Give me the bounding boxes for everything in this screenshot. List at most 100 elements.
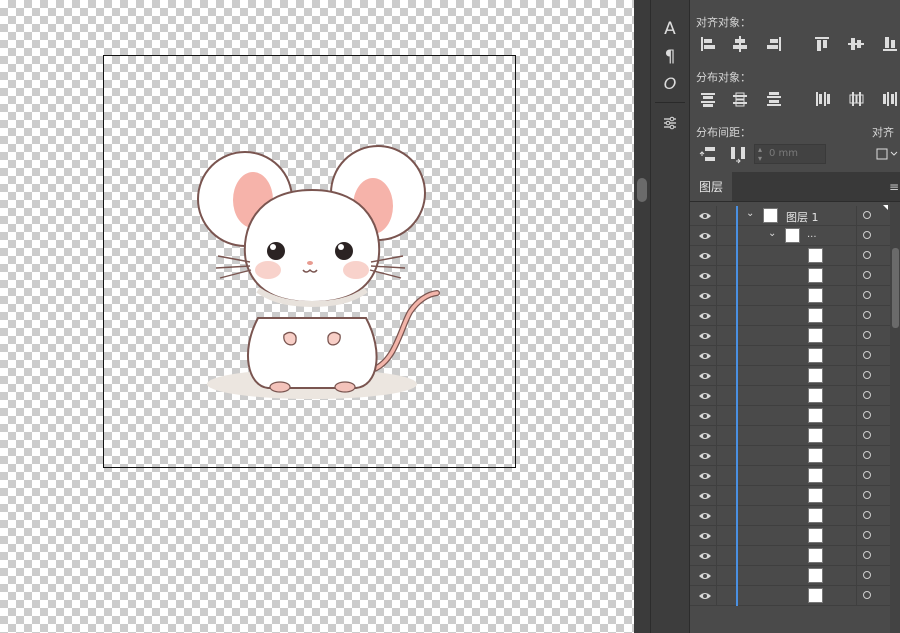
visibility-eye-icon[interactable] [698, 351, 712, 361]
visibility-eye-icon[interactable] [698, 431, 712, 441]
target-circle-icon[interactable] [863, 311, 871, 319]
mouse-head [243, 188, 381, 304]
visibility-eye-icon[interactable] [698, 511, 712, 521]
target-circle-icon[interactable] [863, 571, 871, 579]
distribute-left-icon[interactable] [812, 89, 832, 109]
target-circle-icon[interactable] [863, 411, 871, 419]
panel-menu-icon[interactable]: ≡ [889, 180, 899, 194]
spacing-input[interactable]: ▴ ▾ 0 mm [754, 144, 826, 164]
paragraph-icon[interactable]: ¶ [657, 46, 683, 68]
expand-chevron-icon[interactable]: ⌄ [746, 208, 754, 219]
vertical-distribute-space-icon[interactable] [698, 144, 718, 164]
layer-row-path[interactable] [690, 546, 890, 566]
scrollbar-thumb[interactable] [637, 178, 647, 202]
target-circle-icon[interactable] [863, 231, 871, 239]
target-divider [856, 506, 857, 526]
layer-row-path[interactable] [690, 326, 890, 346]
scrollbar-thumb[interactable] [892, 248, 899, 328]
layer-row-path[interactable] [690, 526, 890, 546]
layer-row-path[interactable] [690, 266, 890, 286]
target-circle-icon[interactable] [863, 391, 871, 399]
distribute-right-icon[interactable] [880, 89, 900, 109]
character-icon[interactable]: A [657, 18, 683, 40]
layer-color-indicator [736, 506, 738, 526]
layer-color-indicator [736, 526, 738, 546]
properties-icon[interactable] [657, 112, 683, 134]
layer-row-path[interactable] [690, 406, 890, 426]
mouse-tail [369, 290, 440, 373]
visibility-eye-icon[interactable] [698, 371, 712, 381]
layer-name[interactable]: 图层 1 [786, 209, 819, 225]
target-divider [856, 266, 857, 286]
tab-layers[interactable]: 图层 [690, 172, 732, 201]
target-circle-icon[interactable] [863, 531, 871, 539]
layer-row-path[interactable] [690, 246, 890, 266]
canvas-area[interactable] [0, 0, 634, 633]
visibility-eye-icon[interactable] [698, 311, 712, 321]
target-circle-icon[interactable] [863, 591, 871, 599]
layer-row-path[interactable] [690, 366, 890, 386]
visibility-eye-icon[interactable] [698, 391, 712, 401]
layer-row-path[interactable] [690, 586, 890, 606]
distribute-top-icon[interactable] [698, 89, 718, 109]
layer-row-path[interactable] [690, 346, 890, 366]
layer-row-path[interactable] [690, 506, 890, 526]
layer-row-path[interactable] [690, 426, 890, 446]
horizontal-distribute-space-icon[interactable] [728, 144, 748, 164]
group-name[interactable]: ... [807, 229, 817, 240]
align-top-icon[interactable] [812, 34, 832, 54]
layer-row-group[interactable]: ⌄... [690, 226, 890, 246]
align-vertical-center-icon[interactable] [846, 34, 866, 54]
target-circle-icon[interactable] [863, 211, 871, 219]
visibility-eye-icon[interactable] [698, 411, 712, 421]
align-horizontal-center-icon[interactable] [730, 34, 750, 54]
target-circle-icon[interactable] [863, 331, 871, 339]
distribute-horizontal-center-icon[interactable] [846, 89, 866, 109]
distribute-vertical-center-icon[interactable] [730, 89, 750, 109]
layers-scrollbar[interactable] [890, 202, 900, 633]
target-circle-icon[interactable] [863, 351, 871, 359]
target-circle-icon[interactable] [863, 251, 871, 259]
layer-row-path[interactable] [690, 466, 890, 486]
visibility-eye-icon[interactable] [698, 291, 712, 301]
layer-row-path[interactable] [690, 286, 890, 306]
layer-row-path[interactable] [690, 486, 890, 506]
align-left-icon[interactable] [698, 34, 718, 54]
target-circle-icon[interactable] [863, 511, 871, 519]
spacing-stepper-icon[interactable]: ▴ ▾ [758, 145, 762, 163]
visibility-eye-icon[interactable] [698, 451, 712, 461]
target-circle-icon[interactable] [863, 551, 871, 559]
canvas-vertical-scrollbar[interactable] [634, 0, 650, 633]
target-circle-icon[interactable] [863, 451, 871, 459]
align-bottom-icon[interactable] [880, 34, 900, 54]
layer-row-main[interactable]: ⌄ 图层 1 [690, 205, 890, 226]
visibility-eye-icon[interactable] [698, 251, 712, 261]
align-right-icon[interactable] [764, 34, 784, 54]
visibility-eye-icon[interactable] [698, 551, 712, 561]
layer-row-path[interactable] [690, 306, 890, 326]
mouse-illustration[interactable] [0, 0, 634, 633]
visibility-eye-icon[interactable] [698, 211, 712, 221]
visibility-eye-icon[interactable] [698, 471, 712, 481]
target-circle-icon[interactable] [863, 471, 871, 479]
target-circle-icon[interactable] [863, 271, 871, 279]
visibility-eye-icon[interactable] [698, 271, 712, 281]
path-thumbnail [808, 468, 823, 483]
layer-row-path[interactable] [690, 446, 890, 466]
visibility-eye-icon[interactable] [698, 531, 712, 541]
visibility-eye-icon[interactable] [698, 591, 712, 601]
distribute-bottom-icon[interactable] [764, 89, 784, 109]
layer-row-path[interactable] [690, 566, 890, 586]
target-circle-icon[interactable] [863, 291, 871, 299]
visibility-eye-icon[interactable] [698, 331, 712, 341]
align-to-dropdown-icon[interactable] [874, 144, 900, 164]
target-circle-icon[interactable] [863, 371, 871, 379]
visibility-eye-icon[interactable] [698, 571, 712, 581]
visibility-eye-icon[interactable] [698, 231, 712, 241]
layer-row-path[interactable] [690, 386, 890, 406]
target-circle-icon[interactable] [863, 491, 871, 499]
visibility-eye-icon[interactable] [698, 491, 712, 501]
opentype-icon[interactable]: O [657, 72, 683, 94]
target-circle-icon[interactable] [863, 431, 871, 439]
expand-chevron-icon[interactable]: ⌄ [768, 228, 776, 239]
